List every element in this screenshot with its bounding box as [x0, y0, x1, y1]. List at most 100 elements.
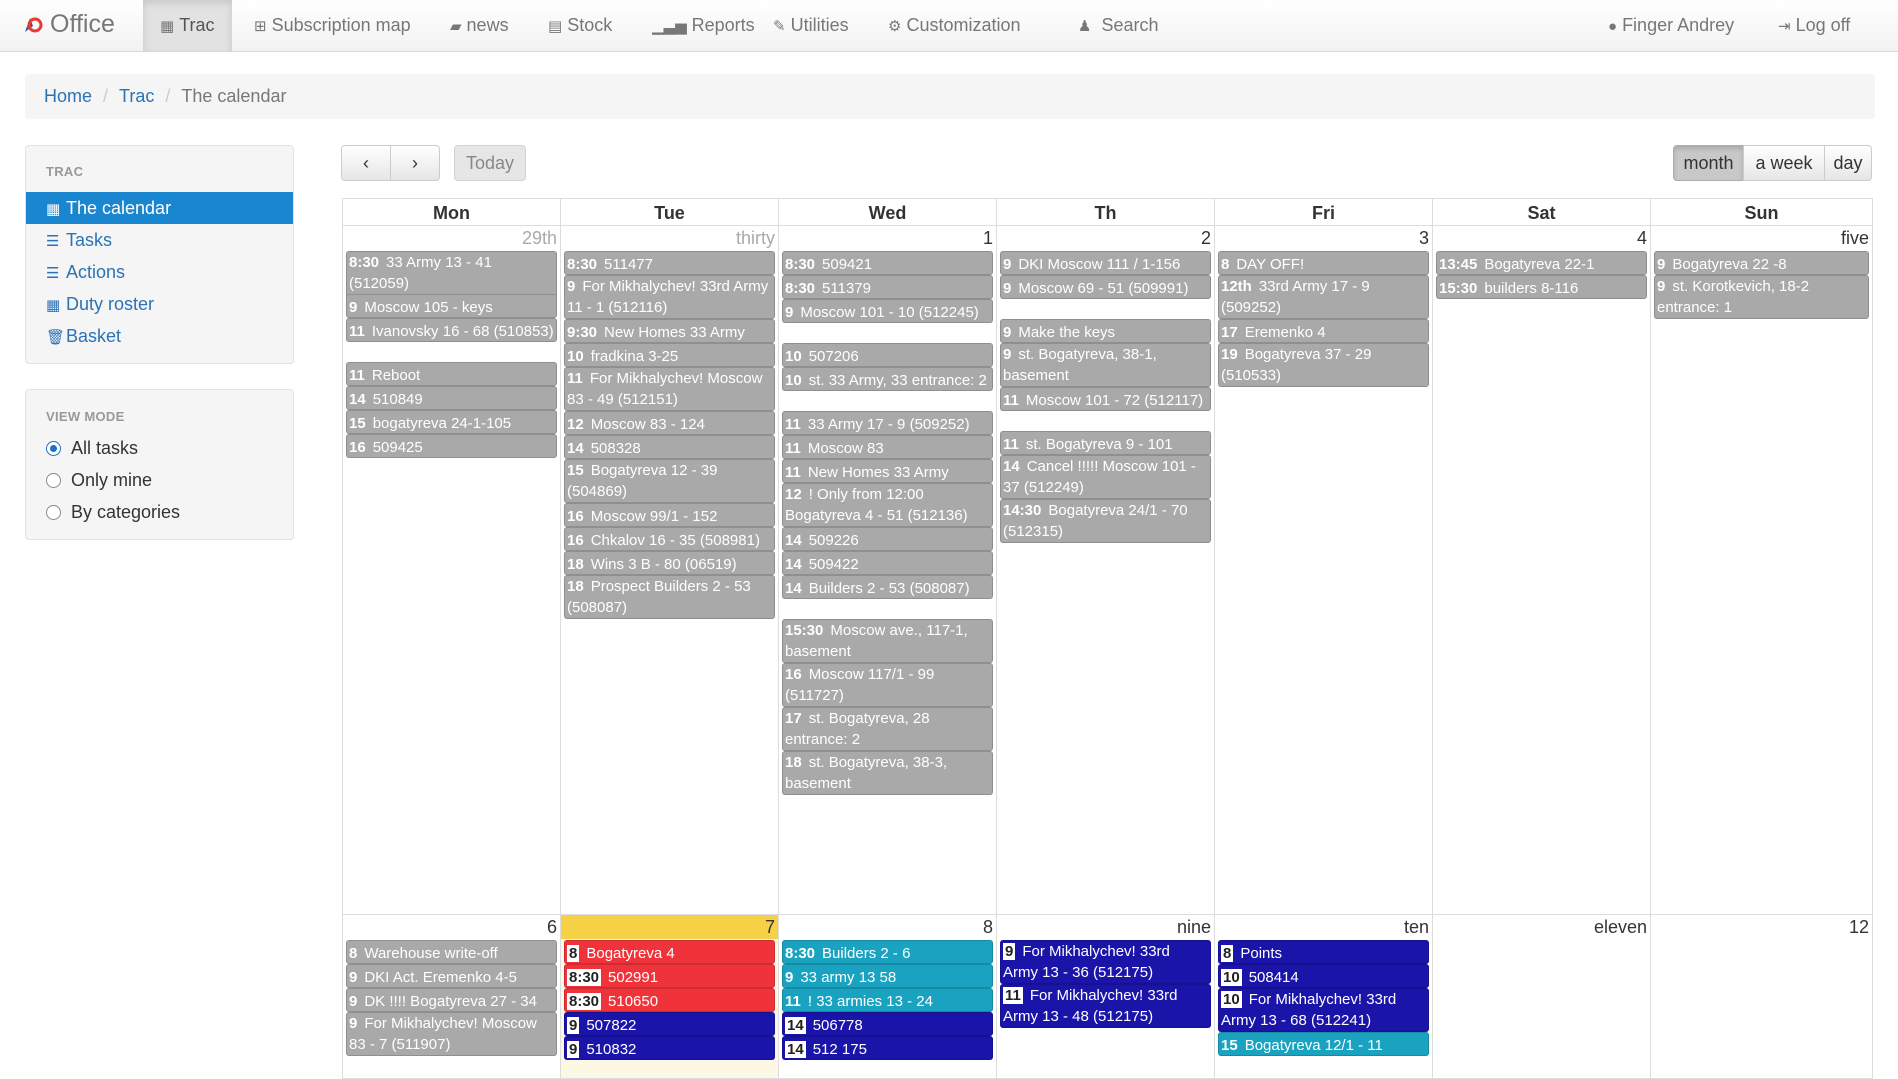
nav-search[interactable]: ♟ Search: [1078, 0, 1159, 52]
day-cell[interactable]: 1 8:30 509421 8:30 511379 9 Moscow 101 - 10 (5…: [779, 226, 997, 915]
calendar-event[interactable]: 9 st. Korotkevich, 18-2 entrance: 1: [1654, 275, 1869, 319]
day-cell[interactable]: eleven: [1433, 915, 1651, 1079]
calendar-event[interactable]: 11 For Mikhalychev! 33rd Army 13 - 48 (51…: [1000, 984, 1211, 1028]
radio-all-tasks[interactable]: [46, 440, 61, 456]
calendar-event[interactable]: 12th 33rd Army 17 - 9 (509252): [1218, 275, 1429, 319]
sidebar-item-duty-roster[interactable]: ▦ Duty roster: [26, 288, 293, 320]
calendar-event[interactable]: 16 Chkalov 16 - 35 (508981): [564, 527, 775, 551]
view-day-button[interactable]: day: [1824, 145, 1872, 181]
nav-news[interactable]: ▰ news: [450, 0, 509, 52]
calendar-event[interactable]: 14 508328: [564, 435, 775, 459]
calendar-event[interactable]: 18 Wins 3 B - 80 (06519): [564, 551, 775, 575]
calendar-event[interactable]: 10 For Mikhalychev! 33rd Army 13 - 68 (51…: [1218, 988, 1429, 1032]
view-month-button[interactable]: month: [1673, 145, 1744, 181]
sidebar-item-basket[interactable]: 🗑Basket: [26, 320, 293, 352]
day-cell[interactable]: 4 13:45 Bogatyreva 22-1 15:30 builders 8-116: [1433, 226, 1651, 915]
calendar-event[interactable]: 13:45 Bogatyreva 22-1: [1436, 251, 1647, 275]
calendar-event[interactable]: 10 fradkina 3-25: [564, 343, 775, 367]
calendar-event[interactable]: 11 For Mikhalychev! Moscow 83 - 49 (51215…: [564, 367, 775, 411]
nav-subscription-map[interactable]: ⊞ Subscription map: [254, 0, 411, 52]
nav-utilities[interactable]: ✎ Utilities: [773, 0, 849, 52]
day-cell[interactable]: 3 8 DAY OFF! 12th 33rd Army 17 - 9 (509252) 1…: [1215, 226, 1433, 915]
calendar-event[interactable]: 9 st. Bogatyreva, 38-1, basement: [1000, 343, 1211, 387]
day-cell[interactable]: 2 9 DKI Moscow 111 / 1-156 9 Moscow 69 - 51 …: [997, 226, 1215, 915]
nav-trac[interactable]: ▦ Trac: [143, 0, 232, 52]
day-cell[interactable]: 7 8 Bogatyreva 4 8:30 502991 8:30 510650 9 50782…: [561, 915, 779, 1079]
calendar-event[interactable]: 8:30 Builders 2 - 6: [782, 940, 993, 964]
calendar-event[interactable]: 16 509425: [346, 434, 557, 458]
calendar-event[interactable]: 9 33 army 13 58: [782, 964, 993, 988]
calendar-event[interactable]: 18 st. Bogatyreva, 38-3, basement: [782, 751, 993, 795]
brand-logo[interactable]: Office: [22, 10, 115, 39]
view-mode-only-mine[interactable]: Only mine: [26, 464, 293, 496]
calendar-event[interactable]: 15:30 Moscow ave., 117-1, basement: [782, 619, 993, 663]
calendar-event[interactable]: 8:30 511379: [782, 275, 993, 299]
calendar-event[interactable]: 8 Warehouse write-off: [346, 940, 557, 964]
view-week-button[interactable]: a week: [1743, 145, 1825, 181]
calendar-event[interactable]: 11 33 Army 17 - 9 (509252): [782, 411, 993, 435]
calendar-event[interactable]: 18 Prospect Builders 2 - 53 (508087): [564, 575, 775, 619]
calendar-event[interactable]: 14 506778: [782, 1012, 993, 1036]
radio-by-categories[interactable]: [46, 504, 61, 520]
nav-logoff[interactable]: ⇥ Log off: [1778, 0, 1850, 52]
next-button[interactable]: ›: [390, 145, 440, 181]
day-cell[interactable]: five 9 Bogatyreva 22 -8 9 st. Korotkevich, 1…: [1651, 226, 1873, 915]
calendar-event[interactable]: 14 Cancel !!!!! Moscow 101 - 37 (512249): [1000, 455, 1211, 499]
calendar-event[interactable]: 14 509226: [782, 527, 993, 551]
day-cell[interactable]: 29th 8:30 33 Army 13 - 41 (512059) 9 Moscow …: [343, 226, 561, 915]
nav-user[interactable]: ● Finger Andrey: [1608, 0, 1734, 52]
day-cell[interactable]: nine 9 For Mikhalychev! 33rd Army 13 - 36 …: [997, 915, 1215, 1079]
breadcrumb-home[interactable]: Home: [44, 86, 92, 106]
calendar-event[interactable]: 14 509422: [782, 551, 993, 575]
calendar-event[interactable]: 8 DAY OFF!: [1218, 251, 1429, 275]
calendar-event[interactable]: 14 510849: [346, 386, 557, 410]
prev-button[interactable]: ‹: [341, 145, 391, 181]
calendar-event[interactable]: 16 Moscow 99/1 - 152: [564, 503, 775, 527]
calendar-event[interactable]: 11 Reboot: [346, 362, 557, 386]
day-cell[interactable]: ten 8 Points 10 508414 10 For Mikhalychev! 33r…: [1215, 915, 1433, 1079]
calendar-event[interactable]: 11 New Homes 33 Army: [782, 459, 993, 483]
calendar-event[interactable]: 11 ! 33 armies 13 - 24: [782, 988, 993, 1012]
view-mode-all-tasks[interactable]: All tasks: [26, 432, 293, 464]
calendar-event[interactable]: 9 Moscow 69 - 51 (509991): [1000, 275, 1211, 299]
calendar-event[interactable]: 14 512 175: [782, 1036, 993, 1060]
day-cell[interactable]: thirty 8:30 511477 9 For Mikhalychev! 33rd A…: [561, 226, 779, 915]
nav-customization[interactable]: ⚙ Customization: [888, 0, 1021, 52]
calendar-event[interactable]: 10 st. 33 Army, 33 entrance: 2: [782, 367, 993, 391]
breadcrumb-trac[interactable]: Trac: [119, 86, 154, 106]
day-cell[interactable]: 12: [1651, 915, 1873, 1079]
calendar-event[interactable]: 8:30 502991: [564, 964, 775, 988]
day-cell[interactable]: 8 8:30 Builders 2 - 6 9 33 army 13 58 11 ! 33 …: [779, 915, 997, 1079]
calendar-event[interactable]: 11 st. Bogatyreva 9 - 101: [1000, 431, 1211, 455]
day-cell[interactable]: 6 8 Warehouse write-off 9 DKI Act. Eremenko …: [343, 915, 561, 1079]
calendar-event[interactable]: 8 Points: [1218, 940, 1429, 964]
calendar-event[interactable]: 10 508414: [1218, 964, 1429, 988]
view-mode-by-categories[interactable]: By categories: [26, 496, 293, 528]
calendar-event[interactable]: 15 Bogatyreva 12/1 - 11: [1218, 1032, 1429, 1056]
calendar-event[interactable]: 9 510832: [564, 1036, 775, 1060]
calendar-event[interactable]: 9 DK !!!! Bogatyreva 27 - 34: [346, 988, 557, 1012]
calendar-event[interactable]: 15 Bogatyreva 12 - 39 (504869): [564, 459, 775, 503]
calendar-event[interactable]: 17 st. Bogatyreva, 28 entrance: 2: [782, 707, 993, 751]
sidebar-item-tasks[interactable]: ☰ Tasks: [26, 224, 293, 256]
calendar-event[interactable]: 9 Moscow 105 - keys: [346, 294, 557, 318]
calendar-event[interactable]: 9 DKI Moscow 111 / 1-156: [1000, 251, 1211, 275]
calendar-event[interactable]: 9 DKI Act. Eremenko 4-5: [346, 964, 557, 988]
calendar-event[interactable]: 15 bogatyreva 24-1-105: [346, 410, 557, 434]
radio-only-mine[interactable]: [46, 472, 61, 488]
sidebar-item-calendar[interactable]: ▦ The calendar: [26, 192, 293, 224]
calendar-event[interactable]: 9 Make the keys: [1000, 319, 1211, 343]
calendar-event[interactable]: 10 507206: [782, 343, 993, 367]
calendar-event[interactable]: 14 Builders 2 - 53 (508087): [782, 575, 993, 599]
calendar-event[interactable]: 14:30 Bogatyreva 24/1 - 70 (512315): [1000, 499, 1211, 543]
calendar-event[interactable]: 8:30 511477: [564, 251, 775, 275]
calendar-event[interactable]: 15:30 builders 8-116: [1436, 275, 1647, 299]
calendar-event[interactable]: 12 Moscow 83 - 124: [564, 411, 775, 435]
calendar-event[interactable]: 9 Bogatyreva 22 -8: [1654, 251, 1869, 275]
calendar-event[interactable]: 8 Bogatyreva 4: [564, 940, 775, 964]
calendar-event[interactable]: 11 Moscow 101 - 72 (512117): [1000, 387, 1211, 411]
calendar-event[interactable]: 8:30 509421: [782, 251, 993, 275]
today-button[interactable]: Today: [454, 145, 526, 181]
calendar-event[interactable]: 8:30 510650: [564, 988, 775, 1012]
calendar-event[interactable]: 9 For Mikhalychev! 33rd Army 11 - 1 (5121…: [564, 275, 775, 319]
